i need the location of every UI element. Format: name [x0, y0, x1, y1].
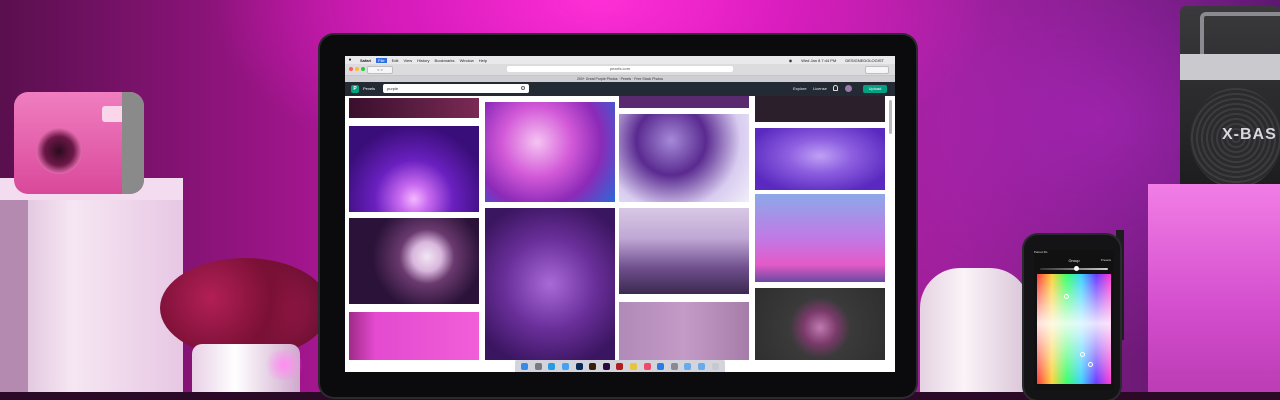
acrobat-icon[interactable] [616, 362, 624, 370]
nav-explore[interactable]: Explore [793, 86, 807, 91]
color-wheel-picker[interactable] [1037, 274, 1111, 384]
upload-button[interactable]: Upload [863, 85, 887, 93]
color-picker-handle[interactable] [1088, 362, 1093, 367]
photo-tile[interactable] [755, 128, 885, 190]
menu-help[interactable]: Help [479, 58, 487, 63]
left-cabinet [0, 178, 183, 400]
chrome-icon[interactable] [630, 362, 638, 370]
browser-toolbar: < > pexels.com [345, 64, 895, 76]
photo-tile[interactable] [755, 194, 885, 282]
mail-icon[interactable] [562, 362, 570, 370]
photo-tile[interactable] [619, 96, 749, 108]
menu-window[interactable]: Window [460, 58, 474, 63]
photo-tile[interactable] [349, 218, 479, 304]
retro-speaker: X-BAS [1180, 6, 1280, 196]
premiere-icon[interactable] [602, 362, 610, 370]
photo-gallery [345, 96, 895, 360]
wifi-icon[interactable]: ◉ [789, 58, 793, 63]
settings-icon[interactable] [670, 362, 678, 370]
finder-icon[interactable] [521, 362, 529, 370]
white-glove [920, 268, 1030, 400]
photo-tile[interactable] [349, 98, 479, 118]
camera-grip [122, 92, 144, 194]
brightness-slider-knob[interactable] [1074, 266, 1079, 271]
menu-edit[interactable]: Edit [392, 58, 399, 63]
color-picker-handle[interactable] [1064, 294, 1069, 299]
search-icon[interactable] [521, 86, 525, 90]
color-picker-handle[interactable] [1080, 352, 1085, 357]
menu-app[interactable]: Safari [360, 58, 371, 63]
photo-tile[interactable] [619, 114, 749, 202]
speaker-handle [1200, 12, 1280, 56]
photo-tile[interactable] [755, 288, 885, 360]
pexels-header: P Pexels Explore License Upload [345, 82, 895, 96]
address-bar[interactable]: pexels.com [507, 66, 733, 72]
launchpad-icon[interactable] [534, 362, 542, 370]
photo-tile[interactable] [619, 302, 749, 360]
camera-lens [36, 128, 82, 174]
zoom-window-icon[interactable] [361, 67, 365, 71]
search-input[interactable] [383, 84, 529, 93]
menu-view[interactable]: View [403, 58, 412, 63]
photoshop-icon[interactable] [575, 362, 583, 370]
avatar[interactable] [845, 85, 852, 92]
phone-status-bar: Paired 3G [1034, 250, 1048, 254]
phone-presets-link[interactable]: Presets [1101, 258, 1111, 262]
trash-icon[interactable] [711, 362, 719, 370]
photo-tile[interactable] [485, 208, 615, 360]
laptop-chin [345, 372, 895, 392]
vase-light-glow [262, 350, 306, 380]
peony-flowers [160, 258, 330, 358]
menubar-clock[interactable]: Wed Jan 8 7:44 PM [801, 58, 836, 63]
photo-tile[interactable] [619, 208, 749, 294]
music-icon[interactable] [643, 362, 651, 370]
menu-bookmarks[interactable]: Bookmarks [435, 58, 455, 63]
laptop-screen: ● Safari File Edit View History Bookmark… [345, 56, 895, 372]
mac-dock [515, 360, 725, 372]
speaker-brand: X-BAS [1222, 126, 1277, 143]
back-forward-buttons[interactable]: < > [367, 66, 393, 74]
folder-icon[interactable] [684, 362, 692, 370]
minimize-window-icon[interactable] [355, 67, 359, 71]
apple-icon[interactable]: ● [345, 57, 355, 63]
speaker-strip [1180, 54, 1280, 80]
bell-icon[interactable] [833, 85, 838, 91]
appstore-icon[interactable] [657, 362, 665, 370]
close-window-icon[interactable] [349, 67, 353, 71]
mac-menubar: ● Safari File Edit View History Bookmark… [345, 56, 895, 64]
nav-license[interactable]: License [813, 86, 827, 91]
menubar-status: ◉ Wed Jan 8 7:44 PM DESIGNEDOLOGIST [789, 58, 889, 63]
photo-tile[interactable] [755, 96, 885, 122]
folder-icon[interactable] [698, 362, 706, 370]
pexels-logo-icon[interactable]: P [351, 85, 359, 93]
pexels-logo-text[interactable]: Pexels [363, 86, 375, 91]
cabinet-side [0, 200, 28, 400]
right-box [1148, 184, 1280, 400]
menubar-user[interactable]: DESIGNEDOLOGIST [845, 58, 884, 63]
illustrator-icon[interactable] [589, 362, 597, 370]
share-tabs-buttons[interactable] [865, 66, 889, 74]
menu-history[interactable]: History [417, 58, 429, 63]
menu-file[interactable]: File [376, 57, 387, 63]
instant-camera [14, 92, 144, 194]
gallery-scrollbar[interactable] [889, 100, 892, 134]
photo-tile[interactable] [349, 312, 479, 360]
photo-tile[interactable] [349, 126, 479, 212]
photo-tile[interactable] [485, 102, 615, 202]
safari-icon[interactable] [548, 362, 556, 370]
phone-screen: Paired 3G Group Presets [1034, 250, 1114, 390]
